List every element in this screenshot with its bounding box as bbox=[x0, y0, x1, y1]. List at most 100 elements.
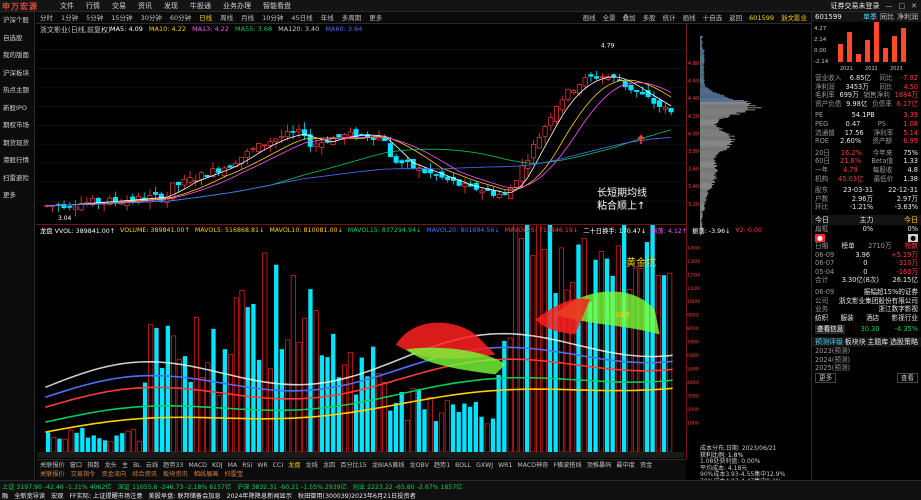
indicator-tab[interactable]: 云线 bbox=[146, 460, 158, 471]
menu-bull[interactable]: 牛股通 bbox=[190, 0, 211, 12]
stock-tab[interactable]: 同比 bbox=[880, 13, 894, 21]
menu-file[interactable]: 文件 bbox=[60, 0, 74, 12]
indicator-tab[interactable]: 龙线 bbox=[306, 460, 318, 471]
nav-item[interactable]: 期权市场 bbox=[0, 117, 34, 135]
nav-item[interactable]: 新股IPO bbox=[0, 100, 34, 118]
minimize-icon[interactable]: — bbox=[886, 0, 893, 12]
nav-item[interactable]: 港股行情 bbox=[0, 152, 34, 170]
period-tab[interactable]: 60分钟 bbox=[170, 12, 191, 24]
login-status[interactable]: 证券交易未登录 bbox=[831, 0, 880, 12]
period-tab[interactable]: 45日线 bbox=[291, 12, 312, 24]
indicator-tab[interactable]: MACD神奇 bbox=[517, 460, 548, 471]
period-tab[interactable]: 15分钟 bbox=[111, 12, 132, 24]
nav-item[interactable]: 更多 bbox=[0, 187, 34, 205]
forecast-tab[interactable]: 主题库 bbox=[867, 337, 888, 347]
menu-business[interactable]: 业务办理 bbox=[223, 0, 251, 12]
concept-tag[interactable]: 酒店 bbox=[866, 314, 879, 323]
indicator-tab[interactable]: 百分比15 bbox=[340, 460, 366, 471]
period-tab[interactable]: 5分钟 bbox=[86, 12, 103, 24]
rating-label[interactable]: 查看信息 bbox=[815, 325, 846, 335]
panel-button[interactable]: 更多 bbox=[815, 372, 837, 384]
indicator-tab[interactable]: BOLL bbox=[455, 460, 471, 471]
nav-item[interactable]: 期货现货 bbox=[0, 135, 34, 153]
period-tab[interactable]: 年线 bbox=[321, 12, 334, 24]
sub-tab[interactable]: 交易指令 bbox=[71, 470, 96, 480]
sub-tab[interactable]: 综合资讯 bbox=[132, 470, 157, 480]
period-tab[interactable]: 月线 bbox=[241, 12, 254, 24]
menu-quotes[interactable]: 行情 bbox=[86, 0, 100, 12]
indicator-tab[interactable]: 龙头 bbox=[105, 460, 117, 471]
indicator-tab[interactable]: 趋势1 bbox=[434, 460, 450, 471]
menu-smart[interactable]: 智能看盘 bbox=[263, 0, 291, 12]
indicator-tab[interactable]: MACD bbox=[188, 460, 207, 471]
concept-tag[interactable]: 服装 bbox=[841, 314, 854, 323]
panel-button[interactable]: 查看 bbox=[896, 372, 918, 384]
nav-item[interactable]: 扫雷避险 bbox=[0, 170, 34, 188]
indicator-tab[interactable]: 龙OBV bbox=[410, 460, 429, 471]
funds-tab[interactable]: 主力 bbox=[860, 215, 874, 225]
chart-tool-button[interactable]: 十自选 bbox=[703, 12, 723, 24]
period-tab[interactable]: 日线 bbox=[199, 12, 212, 24]
close-icon[interactable]: ✕ bbox=[911, 0, 917, 12]
sub-tab[interactable]: 资金流向 bbox=[102, 470, 127, 480]
indicator-tab[interactable]: WR bbox=[257, 460, 267, 471]
nav-item[interactable]: 自选股 bbox=[0, 30, 34, 48]
indicator-tab[interactable]: 趋势33 bbox=[163, 460, 183, 471]
indicator-tab[interactable]: 最中度 bbox=[616, 460, 635, 471]
news-item[interactable]: 美股早盘: 联邦储备会加息 bbox=[149, 491, 221, 500]
period-tab[interactable]: 多周期 bbox=[342, 12, 362, 24]
nav-item[interactable]: 我的版面 bbox=[0, 47, 34, 65]
chart-tool-button[interactable]: 画线 bbox=[583, 12, 596, 24]
funds-tab[interactable]: 今日 bbox=[815, 215, 829, 225]
period-tab[interactable]: 分时 bbox=[40, 12, 53, 24]
candlestick-chart[interactable]: 4.79 3.04 bbox=[36, 24, 686, 224]
stock-tab[interactable]: 单季 bbox=[863, 13, 877, 21]
forecast-tab[interactable]: 选股策略 bbox=[890, 337, 918, 347]
sub-tab[interactable]: 相线展画 bbox=[194, 470, 219, 480]
news-item[interactable]: 融 bbox=[2, 491, 8, 500]
menu-news[interactable]: 资讯 bbox=[138, 0, 152, 12]
indicator-tab[interactable]: WR1 bbox=[498, 460, 512, 471]
chart-tool-button[interactable]: 全景 bbox=[603, 12, 616, 24]
concept-tag[interactable]: 纺织 bbox=[815, 314, 828, 323]
forecast-tab[interactable]: 预测评级 bbox=[815, 337, 843, 347]
indicator-tab[interactable]: KDJ bbox=[212, 460, 223, 471]
indicator-tab[interactable]: MA bbox=[228, 460, 238, 471]
news-item[interactable]: 2024年降降息新闻显示 bbox=[227, 491, 292, 500]
chart-tool-button[interactable]: 叠加 bbox=[623, 12, 636, 24]
news-item[interactable]: 宏观 bbox=[51, 491, 63, 500]
menu-discover[interactable]: 发现 bbox=[164, 0, 178, 12]
indicator-tab[interactable]: 主 bbox=[122, 460, 128, 471]
volume-scrollbar[interactable] bbox=[37, 452, 685, 459]
period-tab[interactable]: 10分钟 bbox=[262, 12, 283, 24]
indicator-tab[interactable]: BL bbox=[133, 460, 141, 471]
stock-tab[interactable]: 净利润 bbox=[897, 13, 918, 21]
indicator-tab[interactable]: RSI bbox=[242, 460, 252, 471]
news-item[interactable]: FF实际: 上证提醒市场注意 bbox=[70, 491, 143, 500]
indicator-tab[interactable]: 资金 bbox=[640, 460, 652, 471]
volume-chart[interactable]: 买能量 bbox=[36, 224, 686, 459]
news-item[interactable]: 全新宽导读 bbox=[14, 491, 45, 500]
sub-tab[interactable]: 扫雷宝 bbox=[225, 470, 244, 480]
sub-tab[interactable]: 关联报价 bbox=[40, 470, 65, 480]
indicator-tab[interactable]: GXWJ bbox=[476, 460, 493, 471]
period-tab[interactable]: 30分钟 bbox=[141, 12, 162, 24]
indicator-tab[interactable]: 窗口 bbox=[70, 460, 82, 471]
indicator-tab[interactable]: CCI bbox=[273, 460, 283, 471]
sub-tab[interactable]: 板块资讯 bbox=[163, 470, 188, 480]
chart-tool-button[interactable]: 返回 bbox=[729, 12, 742, 24]
period-tab[interactable]: 周线 bbox=[220, 12, 233, 24]
concept-tag[interactable]: 影视行业 bbox=[892, 314, 918, 323]
forecast-tab[interactable]: 板块块 bbox=[845, 337, 866, 347]
indicator-tab[interactable]: 顶推暴码 bbox=[587, 460, 612, 471]
nav-item[interactable]: 热点主题 bbox=[0, 82, 34, 100]
indicator-tab[interactable]: 龙四 bbox=[323, 460, 335, 471]
menu-trade[interactable]: 交易 bbox=[112, 0, 126, 12]
indicator-tab[interactable]: 指数 bbox=[87, 460, 99, 471]
indicator-tab[interactable]: F横波搭线 bbox=[553, 460, 581, 471]
chart-tool-button[interactable]: 统计 bbox=[663, 12, 676, 24]
nav-item[interactable]: 沪深板块 bbox=[0, 65, 34, 83]
period-tab[interactable]: 更多 bbox=[369, 12, 382, 24]
indicator-tab[interactable]: 龙BIAS黄线 bbox=[372, 460, 405, 471]
period-tab[interactable]: 1分钟 bbox=[61, 12, 78, 24]
